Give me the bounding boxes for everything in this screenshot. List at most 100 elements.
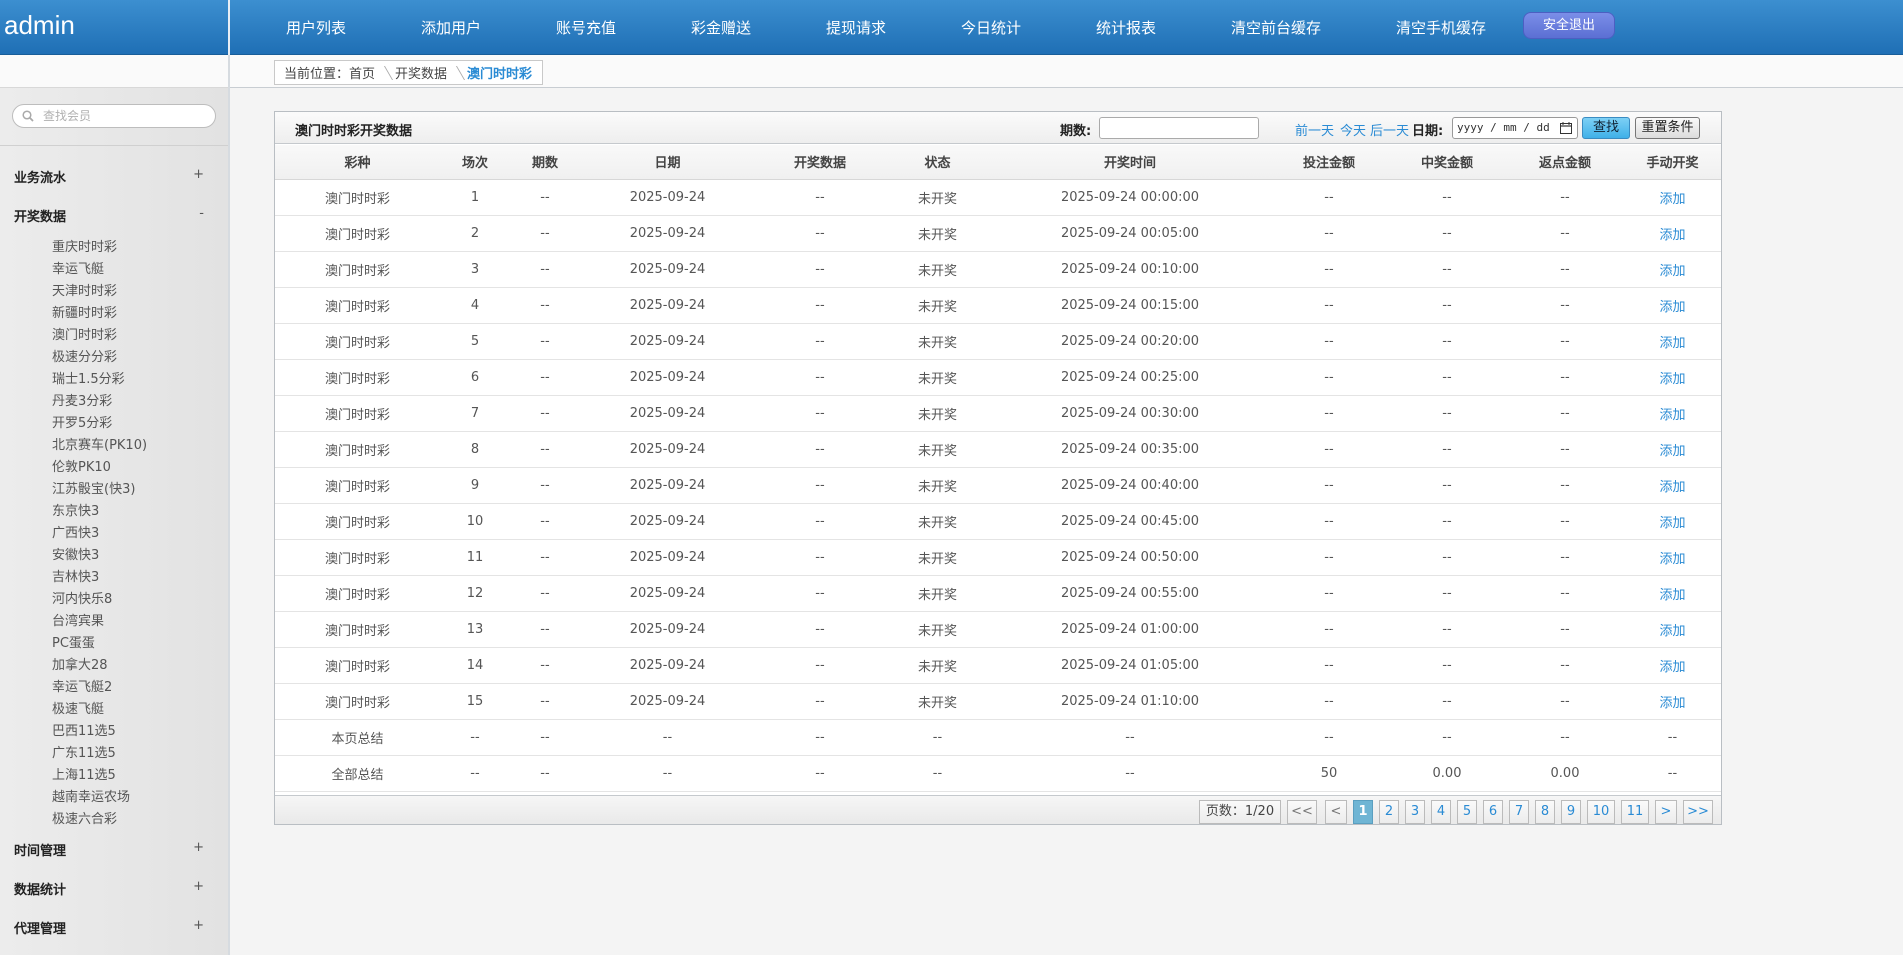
page-button-2[interactable]: 2 <box>1379 800 1399 824</box>
add-draw-link[interactable]: 添加 <box>1624 179 1721 216</box>
add-draw-link[interactable]: 添加 <box>1624 287 1721 324</box>
page-button-9[interactable]: 9 <box>1561 800 1581 824</box>
next-page-button[interactable]: > <box>1655 800 1677 824</box>
sidebar-item-lottery[interactable]: 安徽快3 <box>52 544 99 563</box>
sidebar-group-time[interactable]: 时间管理 + <box>14 840 204 859</box>
sidebar-item-lottery[interactable]: 极速飞艇 <box>52 698 104 717</box>
expand-icon[interactable]: + <box>193 879 204 894</box>
expand-icon[interactable]: + <box>193 167 204 182</box>
collapse-icon[interactable]: - <box>199 206 204 221</box>
sidebar-item-lottery[interactable]: PC蛋蛋 <box>52 632 95 651</box>
page-button-10[interactable]: 10 <box>1587 800 1615 824</box>
add-draw-link[interactable]: 添加 <box>1624 215 1721 252</box>
nav-user-list[interactable]: 用户列表 <box>286 17 346 38</box>
page-button-3[interactable]: 3 <box>1405 800 1425 824</box>
add-draw-link[interactable]: 添加 <box>1624 467 1721 504</box>
sidebar-item-lottery[interactable]: 新疆时时彩 <box>52 302 117 321</box>
sidebar-item-lottery[interactable]: 幸运飞艇2 <box>52 676 112 695</box>
column-header: 中奖金额 <box>1388 145 1506 180</box>
member-search-input[interactable] <box>43 108 208 124</box>
sidebar-item-lottery[interactable]: 越南幸运农场 <box>52 786 130 805</box>
column-header: 场次 <box>440 145 510 180</box>
page-button-7[interactable]: 7 <box>1509 800 1529 824</box>
nav-bonus-gift[interactable]: 彩金赠送 <box>691 17 751 38</box>
sidebar-group-draw-data[interactable]: 开奖数据 - <box>14 206 204 225</box>
table-cell: 澳门时时彩 <box>275 287 440 324</box>
sidebar-item-lottery[interactable]: 加拿大28 <box>52 654 108 673</box>
add-draw-link[interactable]: 添加 <box>1624 647 1721 684</box>
sidebar-item-lottery[interactable]: 天津时时彩 <box>52 280 117 299</box>
sidebar-item-lottery[interactable]: 瑞士1.5分彩 <box>52 368 125 387</box>
add-draw-link[interactable]: 添加 <box>1624 395 1721 432</box>
add-draw-link[interactable]: 添加 <box>1624 575 1721 612</box>
table-cell: 未开奖 <box>885 359 990 396</box>
sidebar-item-lottery[interactable]: 极速六合彩 <box>52 808 117 827</box>
table-cell: 2025-09-24 00:45:00 <box>990 503 1270 540</box>
sidebar-item-lottery[interactable]: 广西快3 <box>52 522 99 541</box>
last-page-button[interactable]: >> <box>1683 800 1713 824</box>
sidebar-item-lottery[interactable]: 幸运飞艇 <box>52 258 104 277</box>
add-draw-link[interactable]: 添加 <box>1624 359 1721 396</box>
find-button[interactable]: 查找 <box>1582 117 1630 139</box>
sidebar-group-business[interactable]: 业务流水 + <box>14 167 204 186</box>
page-button-1[interactable]: 1 <box>1353 800 1373 824</box>
table-cell: 2025-09-24 00:10:00 <box>990 251 1270 288</box>
sidebar-group-stats[interactable]: 数据统计 + <box>14 879 204 898</box>
sidebar-item-lottery[interactable]: 上海11选5 <box>52 764 116 783</box>
date-input[interactable]: yyyy / mm / dd <box>1452 117 1578 139</box>
sidebar-item-lottery[interactable]: 丹麦3分彩 <box>52 390 112 409</box>
breadcrumb-home[interactable]: 首页 <box>349 63 375 82</box>
sidebar-item-lottery[interactable]: 吉林快3 <box>52 566 99 585</box>
sidebar-item-lottery[interactable]: 台湾宾果 <box>52 610 104 629</box>
add-draw-link[interactable]: 添加 <box>1624 503 1721 540</box>
nav-clear-mobile-cache[interactable]: 清空手机缓存 <box>1396 17 1486 38</box>
breadcrumb-draw-data[interactable]: 开奖数据 <box>395 63 447 82</box>
sidebar-item-lottery[interactable]: 伦敦PK10 <box>52 456 111 475</box>
sidebar-item-lottery[interactable]: 江苏骰宝(快3) <box>52 478 135 497</box>
sidebar-item-lottery[interactable]: 澳门时时彩 <box>52 324 117 343</box>
sidebar-group-label: 业务流水 <box>14 171 67 186</box>
table-cell: -- <box>1388 647 1506 684</box>
add-draw-link[interactable]: 添加 <box>1624 251 1721 288</box>
add-draw-link[interactable]: 添加 <box>1624 431 1721 468</box>
sidebar-item-lottery[interactable]: 重庆时时彩 <box>52 236 117 255</box>
nav-today-stats[interactable]: 今日统计 <box>961 17 1021 38</box>
add-draw-link[interactable]: 添加 <box>1624 611 1721 648</box>
table-row: 澳门时时彩 15 -- 2025-09-24 -- 未开奖 2025-09-24 01:10… <box>275 683 1721 720</box>
add-draw-link[interactable]: 添加 <box>1624 323 1721 360</box>
sidebar-item-lottery[interactable]: 巴西11选5 <box>52 720 116 739</box>
sidebar-group-agent[interactable]: 代理管理 + <box>14 918 204 937</box>
sidebar-item-lottery[interactable]: 广东11选5 <box>52 742 116 761</box>
page-button-6[interactable]: 6 <box>1483 800 1503 824</box>
prev-day-link[interactable]: 前一天 <box>1295 120 1334 139</box>
page-button-4[interactable]: 4 <box>1431 800 1451 824</box>
prev-page-button[interactable]: < <box>1325 800 1347 824</box>
table-cell: -- <box>755 611 885 648</box>
sidebar-item-lottery[interactable]: 极速分分彩 <box>52 346 117 365</box>
add-draw-link[interactable]: 添加 <box>1624 683 1721 720</box>
nav-clear-front-cache[interactable]: 清空前台缓存 <box>1231 17 1321 38</box>
nav-withdraw-requests[interactable]: 提现请求 <box>826 17 886 38</box>
table-cell: -- <box>1270 323 1388 360</box>
first-page-button[interactable]: << <box>1287 800 1317 824</box>
nav-account-recharge[interactable]: 账号充值 <box>556 17 616 38</box>
nav-add-user[interactable]: 添加用户 <box>421 17 481 38</box>
page-button-5[interactable]: 5 <box>1457 800 1477 824</box>
next-day-link[interactable]: 后一天 <box>1370 120 1409 139</box>
sidebar-item-lottery[interactable]: 东京快3 <box>52 500 99 519</box>
page-button-11[interactable]: 11 <box>1621 800 1649 824</box>
sidebar-item-lottery[interactable]: 北京赛车(PK10) <box>52 434 147 453</box>
nav-stats-report[interactable]: 统计报表 <box>1096 17 1156 38</box>
page-button-8[interactable]: 8 <box>1535 800 1555 824</box>
sidebar-group-label: 时间管理 <box>14 844 67 859</box>
logout-button[interactable]: 安全退出 <box>1523 12 1615 39</box>
add-draw-link[interactable]: 添加 <box>1624 539 1721 576</box>
sidebar-item-lottery[interactable]: 开罗5分彩 <box>52 412 112 431</box>
expand-icon[interactable]: + <box>193 918 204 933</box>
today-link[interactable]: 今天 <box>1340 120 1366 139</box>
sidebar-item-lottery[interactable]: 河内快乐8 <box>52 588 112 607</box>
expand-icon[interactable]: + <box>193 840 204 855</box>
reset-button[interactable]: 重置条件 <box>1635 117 1700 139</box>
issue-input[interactable] <box>1099 117 1259 139</box>
calendar-icon[interactable] <box>1560 122 1572 134</box>
